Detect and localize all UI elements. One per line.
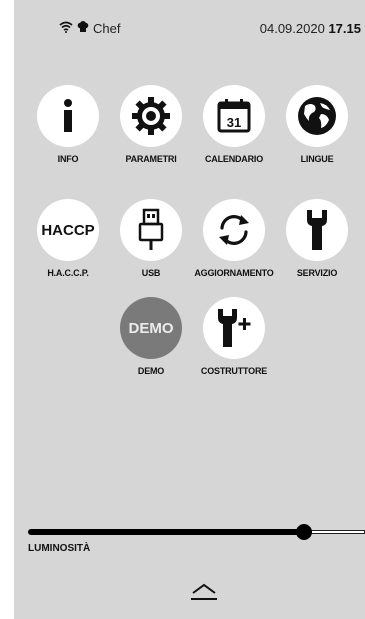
menu-label: DEMO <box>137 366 165 376</box>
menu-item-usb[interactable]: USB <box>109 199 193 278</box>
gear-icon <box>120 85 182 147</box>
wrench-icon <box>286 199 348 261</box>
demo-text: DEMO <box>128 319 174 337</box>
menu-label: USB <box>141 268 161 278</box>
menu-item-costruttore[interactable]: COSTRUTTORE <box>192 297 276 376</box>
screen: Chef 04.09.2020 17.15 INFO PARAMETRI 31 … <box>14 0 365 619</box>
slider-fill <box>28 529 304 535</box>
status-date: 04.09.2020 <box>259 21 325 36</box>
status-left: Chef <box>59 21 120 36</box>
menu-item-aggiornamento[interactable]: AGGIORNAMENTO <box>192 199 276 278</box>
wrench-plus-icon <box>203 297 265 359</box>
menu-label: AGGIORNAMENTO <box>194 268 274 278</box>
menu-item-parametri[interactable]: PARAMETRI <box>109 85 193 164</box>
menu-label: CALENDARIO <box>205 154 263 164</box>
calendar-icon: 31 <box>203 85 265 147</box>
menu-item-info[interactable]: INFO <box>26 85 110 164</box>
menu-item-haccp[interactable]: HACCP H.A.C.C.P. <box>26 199 110 278</box>
brightness-slider[interactable] <box>28 524 365 540</box>
menu-label: PARAMETRI <box>125 154 177 164</box>
menu-label: COSTRUTTORE <box>200 366 268 376</box>
wifi-icon <box>59 21 73 36</box>
refresh-icon <box>203 199 265 261</box>
menu-label: LINGUE <box>300 154 334 164</box>
menu-item-demo[interactable]: DEMO DEMO <box>109 297 193 376</box>
usb-icon <box>120 199 182 261</box>
slider-thumb[interactable] <box>296 524 312 540</box>
menu-label: H.A.C.C.P. <box>47 268 89 278</box>
demo-icon: DEMO <box>120 297 182 359</box>
chef-hat-icon <box>77 21 89 36</box>
haccp-text: HACCP <box>41 221 95 239</box>
info-icon <box>37 85 99 147</box>
globe-icon <box>286 85 348 147</box>
eject-icon[interactable] <box>189 582 219 604</box>
menu-item-servizio[interactable]: SERVIZIO <box>275 199 359 278</box>
menu-item-lingue[interactable]: LINGUE <box>275 85 359 164</box>
calendar-day: 31 <box>227 115 241 130</box>
haccp-icon: HACCP <box>37 199 99 261</box>
menu-item-calendario[interactable]: 31 CALENDARIO <box>192 85 276 164</box>
status-time: 17.15 <box>328 21 361 36</box>
status-bar: Chef 04.09.2020 17.15 <box>14 0 365 60</box>
status-datetime: 04.09.2020 17.15 <box>260 21 361 36</box>
menu-label: INFO <box>57 154 79 164</box>
brightness-label: LUMINOSITÀ <box>28 543 91 554</box>
user-name: Chef <box>93 21 121 36</box>
slider-track <box>304 530 365 534</box>
menu-label: SERVIZIO <box>296 268 338 278</box>
